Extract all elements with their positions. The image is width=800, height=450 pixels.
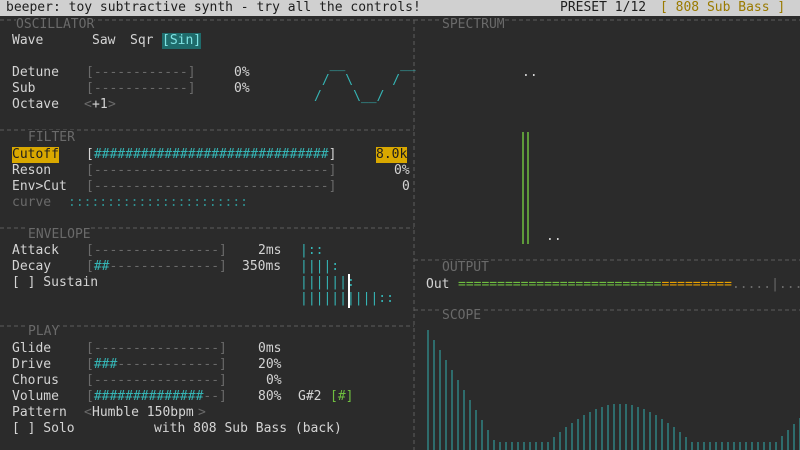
chorus-label: Chorus <box>12 373 59 388</box>
decay-bar-rest: --------------] <box>109 259 227 274</box>
detune-slider[interactable]: [------------] <box>86 65 196 81</box>
reson-value: 0% <box>394 163 410 178</box>
envelope-art-1: |:: <box>300 243 324 258</box>
drive-bar-rest: -------------] <box>117 357 227 372</box>
wave-option-sqr[interactable]: Sqr <box>130 33 153 49</box>
cutoff-value: 8.0k <box>376 147 408 163</box>
cutoff-bar-open: [ <box>86 147 94 162</box>
filter-header: FILTER <box>28 130 75 146</box>
drive-slider[interactable]: [###-------------] <box>86 357 227 373</box>
wave-preview-line-3: / \__/ <box>314 89 385 104</box>
octave-value: +1 <box>92 97 108 112</box>
reson-label: Reson <box>12 163 52 178</box>
filter-curve: ::::::::::::::::::::::: <box>68 195 249 210</box>
wave-option-sin[interactable]: [Sin] <box>162 33 202 49</box>
output-header: OUTPUT <box>442 260 489 276</box>
drive-bar-open: [ <box>86 357 94 372</box>
note-display: G#2 <box>298 389 322 404</box>
reson-slider[interactable]: [------------------------------] <box>86 163 336 179</box>
detune-label: Detune <box>12 65 59 80</box>
envelope-art-2: ||||: <box>300 259 340 274</box>
attack-label: Attack <box>12 243 59 258</box>
volume-bar-open: [ <box>86 389 94 404</box>
attack-value: 2ms <box>258 243 282 258</box>
octave-decrement[interactable]: < <box>84 97 92 113</box>
pattern-next[interactable]: > <box>198 405 206 421</box>
volume-bar-rest: --] <box>203 389 227 404</box>
envelope-art-4: ||||||||||:: <box>300 291 394 306</box>
cutoff-bar-fill: ############################## <box>93 147 329 162</box>
play-header: PLAY <box>28 324 60 340</box>
volume-bar-fill: ############## <box>93 389 204 404</box>
spectrum-dots-bottom: .. <box>546 229 562 244</box>
scope-waveform <box>427 330 800 450</box>
solo-checkbox[interactable]: [ ] Solo <box>12 421 75 437</box>
sharp-toggle[interactable]: [#] <box>330 389 353 405</box>
output-meter-green: ========================== <box>458 277 662 292</box>
decay-slider[interactable]: [##--------------] <box>86 259 227 275</box>
output-meter: ===================================.....… <box>458 277 800 293</box>
cutoff-slider[interactable]: [##############################] <box>86 147 336 163</box>
pattern-label: Pattern <box>12 405 67 420</box>
envelope-art-3: ||||||: <box>300 275 355 290</box>
oscillator-header: OSCILLATOR <box>16 17 95 33</box>
sub-label: Sub <box>12 81 36 96</box>
wave-label: Wave <box>12 33 44 48</box>
output-meter-tail: .....|..... <box>731 277 800 292</box>
envcut-label: Env>Cut <box>12 179 67 194</box>
output-meter-orange: ========= <box>661 277 732 292</box>
spectrum-dots-top: .. <box>522 65 538 80</box>
wave-preview-line-1: __ __ <box>314 57 416 72</box>
scope-header: SCOPE <box>442 308 482 324</box>
envelope-playhead <box>348 274 350 308</box>
octave-label: Octave <box>12 97 59 112</box>
sub-slider[interactable]: [------------] <box>86 81 196 97</box>
chorus-value: 0% <box>266 373 282 388</box>
cutoff-bar-close: ] <box>328 147 337 162</box>
sub-value: 0% <box>234 81 250 96</box>
glide-value: 0ms <box>258 341 282 356</box>
decay-bar-fill: ## <box>93 259 110 274</box>
glide-slider[interactable]: [----------------] <box>86 341 227 357</box>
drive-value: 20% <box>258 357 282 372</box>
envcut-value: 0 <box>402 179 410 194</box>
detune-value: 0% <box>234 65 250 80</box>
drive-label: Drive <box>12 357 52 372</box>
volume-label: Volume <box>12 389 59 404</box>
decay-label: Decay <box>12 259 52 274</box>
wave-option-saw[interactable]: Saw <box>92 33 115 49</box>
glide-label: Glide <box>12 341 52 356</box>
drive-bar-fill: ### <box>93 357 118 372</box>
output-label: Out <box>426 277 450 292</box>
octave-increment[interactable]: > <box>108 97 116 113</box>
wave-preview-line-2: / \ / <box>314 73 401 88</box>
envcut-slider[interactable]: [------------------------------] <box>86 179 336 195</box>
attack-slider[interactable]: [----------------] <box>86 243 227 259</box>
pattern-prev[interactable]: < <box>84 405 92 421</box>
spectrum-header: SPECTRUM <box>442 17 505 33</box>
decay-value: 350ms <box>242 259 282 274</box>
volume-value: 80% <box>258 389 282 404</box>
sustain-checkbox[interactable]: [ ] Sustain <box>12 275 98 291</box>
chorus-slider[interactable]: [----------------] <box>86 373 227 389</box>
curve-label: curve <box>12 195 52 210</box>
cutoff-label[interactable]: Cutoff <box>12 147 59 163</box>
volume-slider[interactable]: [##############--] <box>86 389 227 405</box>
decay-bar-open: [ <box>86 259 94 274</box>
pattern-value: Humble 150bpm <box>92 405 194 420</box>
solo-with-text: with 808 Sub Bass (back) <box>154 421 342 436</box>
envelope-header: ENVELOPE <box>28 227 91 243</box>
